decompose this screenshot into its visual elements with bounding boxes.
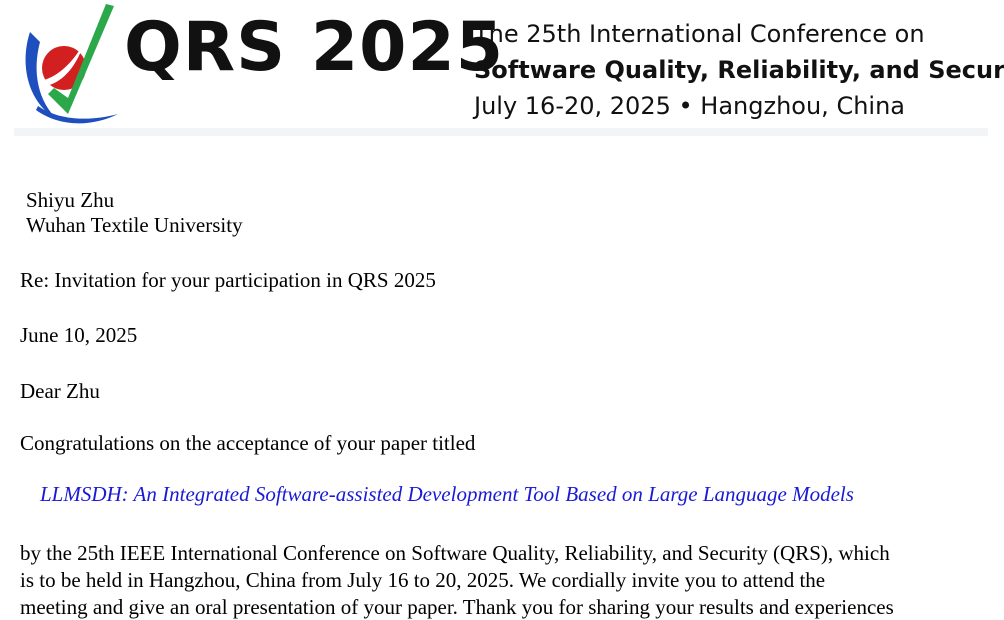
paper-title: LLMSDH: An Integrated Software-assisted …: [40, 482, 854, 506]
recipient-organization: Wuhan Textile University: [26, 213, 243, 237]
conference-banner: QRS 2025 The 25th International Conferen…: [0, 0, 1004, 136]
qrs-logo-icon: [25, 4, 118, 124]
banner-divider: [14, 128, 988, 136]
letter-body-paragraph: by the 25th IEEE International Conferenc…: [20, 540, 992, 620]
body-line: by the 25th IEEE International Conferenc…: [20, 541, 890, 565]
letter-salutation: Dear Zhu: [20, 379, 100, 403]
recipient-name: Shiyu Zhu: [26, 188, 115, 212]
body-line: meeting and give an oral presentation of…: [20, 595, 894, 619]
banner-date-location: July 16-20, 2025 • Hangzhou, China: [474, 92, 905, 120]
invitation-letter-page: QRS 2025 The 25th International Conferen…: [0, 0, 1004, 620]
letter-date: June 10, 2025: [20, 323, 138, 347]
body-line: is to be held in Hangzhou, China from Ju…: [20, 568, 826, 592]
banner-conference-name: Software Quality, Reliability, and Secur…: [474, 56, 1004, 84]
conference-logo-text: QRS 2025: [124, 8, 505, 87]
banner-conference-edition: The 25th International Conference on: [474, 20, 925, 48]
letter-intro: Congratulations on the acceptance of you…: [20, 431, 476, 455]
letter-subject: Re: Invitation for your participation in…: [20, 268, 436, 292]
